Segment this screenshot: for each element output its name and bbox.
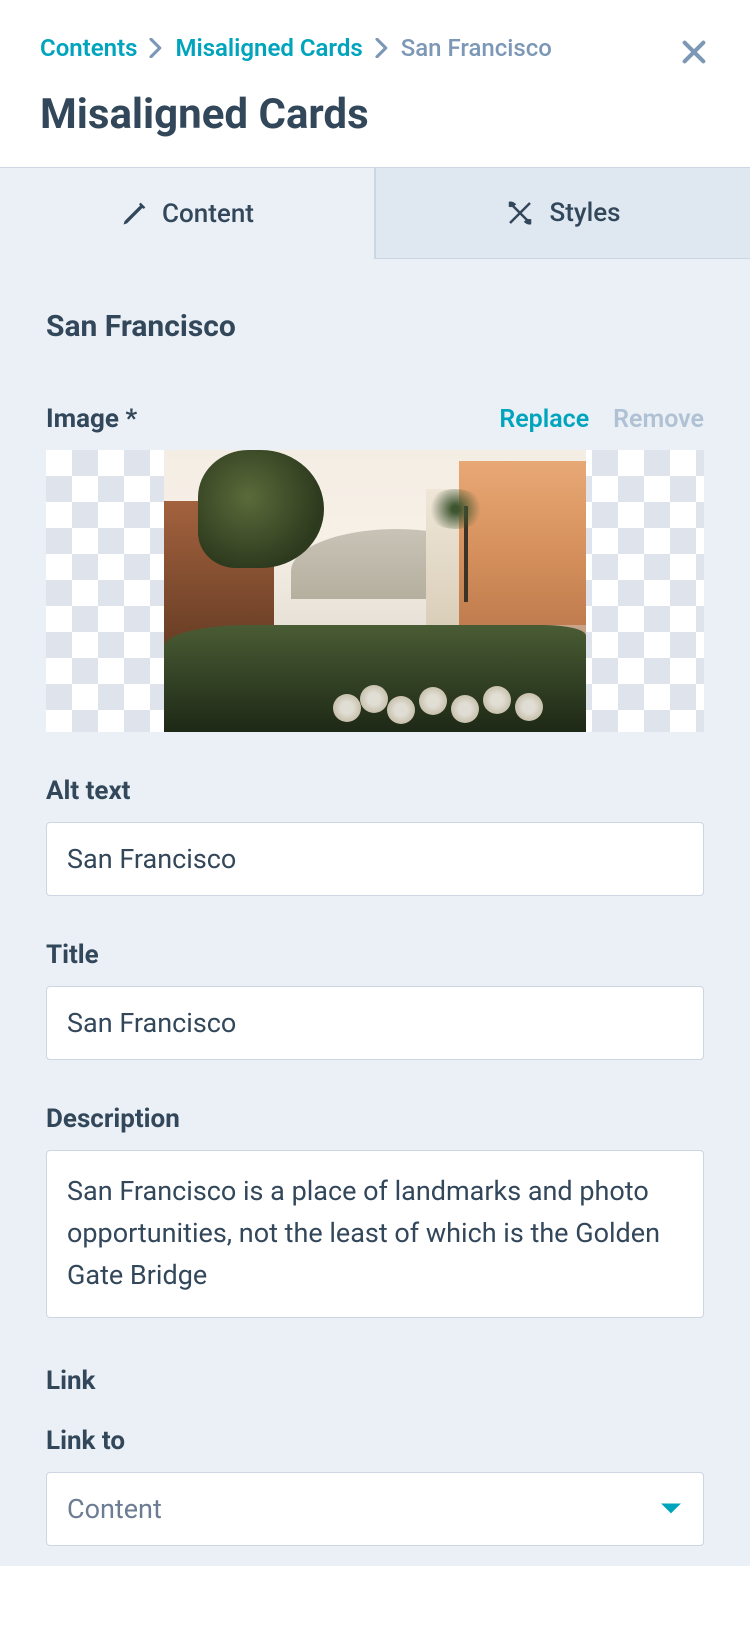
breadcrumb-current: San Francisco (401, 34, 552, 62)
breadcrumb: Contents Misaligned Cards San Francisco (40, 34, 710, 62)
alt-text-label: Alt text (46, 776, 130, 806)
breadcrumb-misaligned-cards[interactable]: Misaligned Cards (175, 34, 362, 62)
remove-image-link: Remove (613, 405, 704, 434)
content-panel: San Francisco Image * Replace Remove (0, 259, 750, 1566)
link-heading: Link (46, 1366, 704, 1396)
section-heading: San Francisco (46, 309, 704, 344)
tabs: Content Styles (0, 167, 750, 259)
breadcrumb-contents[interactable]: Contents (40, 34, 137, 62)
panel-header: Contents Misaligned Cards San Francisco … (0, 0, 750, 167)
title-label: Title (46, 940, 99, 970)
image-thumbnail (164, 450, 586, 732)
image-label: Image * (46, 404, 137, 434)
brush-icon (505, 198, 535, 228)
tab-styles[interactable]: Styles (375, 168, 750, 258)
alt-text-field: Alt text (46, 776, 704, 896)
link-to-select[interactable]: Content (46, 1472, 704, 1546)
page-title: Misaligned Cards (40, 90, 710, 139)
alt-text-input[interactable] (46, 822, 704, 896)
title-input[interactable] (46, 986, 704, 1060)
description-input[interactable] (46, 1150, 704, 1318)
tab-content[interactable]: Content (0, 168, 375, 259)
link-to-label: Link to (46, 1426, 125, 1456)
title-field: Title (46, 940, 704, 1060)
image-field: Image * Replace Remove (46, 404, 704, 732)
pencil-icon (120, 200, 148, 228)
close-button[interactable] (680, 38, 708, 66)
image-preview[interactable] (46, 450, 704, 732)
link-to-field: Link to Content (46, 1426, 704, 1546)
tab-content-label: Content (162, 199, 254, 229)
description-label: Description (46, 1104, 180, 1134)
tab-styles-label: Styles (549, 198, 620, 228)
chevron-right-icon (149, 38, 163, 58)
replace-image-link[interactable]: Replace (499, 405, 589, 434)
description-field: Description (46, 1104, 704, 1322)
chevron-right-icon (375, 38, 389, 58)
close-icon (680, 38, 708, 66)
